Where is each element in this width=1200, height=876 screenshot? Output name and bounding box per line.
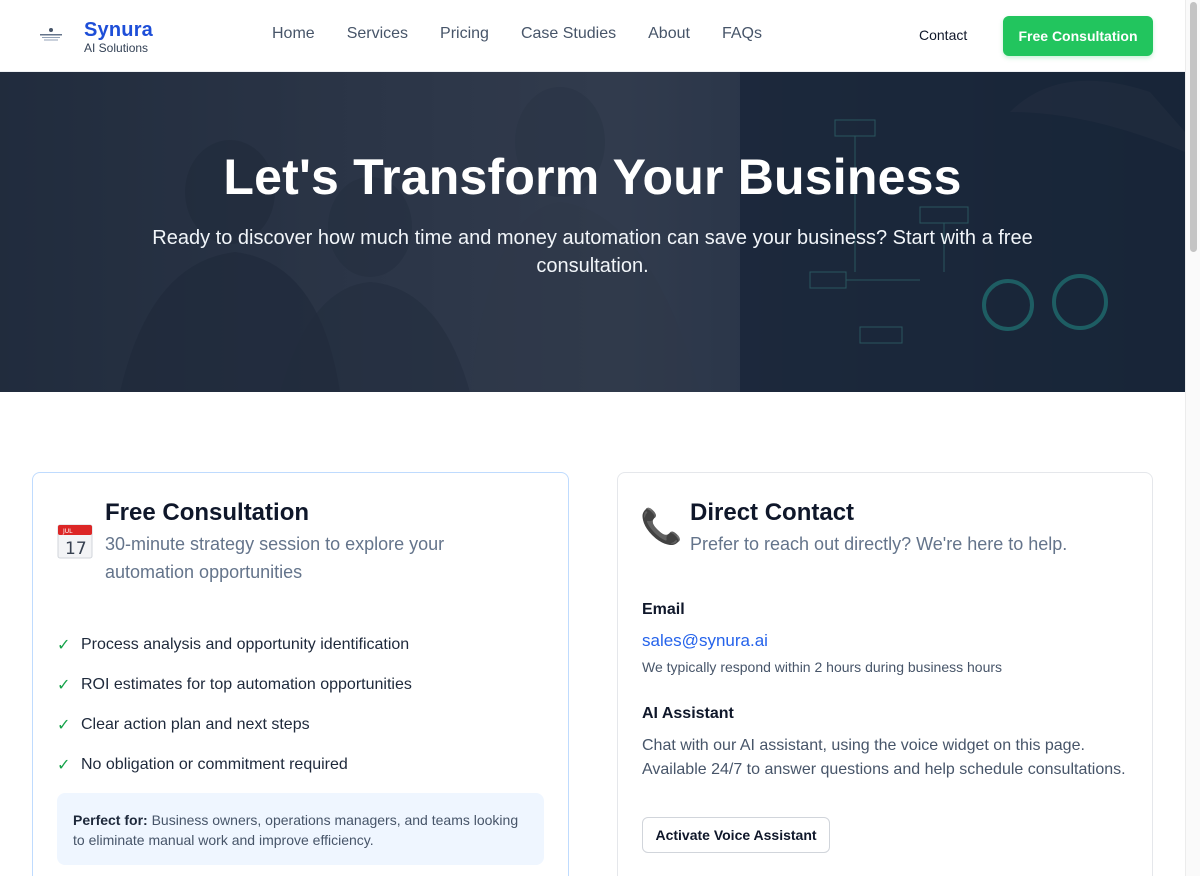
consultation-title: Free Consultation	[105, 499, 310, 526]
ai-assistant-label: AI Assistant	[642, 705, 734, 722]
activate-voice-assistant-button[interactable]: Activate Voice Assistant	[642, 817, 830, 853]
consultation-subtitle: 30-minute strategy session to explore yo…	[105, 534, 445, 582]
brand-name[interactable]: Synura	[84, 19, 153, 42]
direct-contact-card: 📞 Direct Contact Prefer to reach out dir…	[617, 472, 1153, 876]
list-item: ✓ Clear action plan and next steps	[57, 705, 412, 745]
main-nav: Home Services Pricing Case Studies About…	[256, 25, 778, 43]
list-item: ✓ No obligation or commitment required	[57, 745, 412, 785]
feature-text: ROI estimates for top automation opportu…	[81, 676, 412, 693]
site-header: Synura AI Solutions Home Services Pricin…	[0, 0, 1185, 72]
feature-list: ✓ Process analysis and opportunity ident…	[57, 625, 412, 785]
scrollbar-thumb[interactable]	[1190, 2, 1197, 252]
hero-subtitle: Ready to discover how much time and mone…	[152, 227, 1033, 277]
phone-icon: 📞	[640, 508, 683, 546]
logo-icon[interactable]	[38, 26, 64, 44]
perfect-for-label: Perfect for:	[73, 812, 148, 828]
feature-text: Clear action plan and next steps	[81, 716, 310, 733]
checkmark-icon: ✓	[57, 757, 71, 774]
hero-title: Let's Transform Your Business	[223, 149, 962, 205]
nav-about[interactable]: About	[632, 25, 706, 43]
brand-tagline: AI Solutions	[84, 41, 149, 55]
direct-contact-title: Direct Contact	[690, 499, 855, 526]
consultation-card: JUL 17 Free Consultation 30-minute strat…	[32, 472, 569, 876]
nav-contact[interactable]: Contact	[919, 27, 967, 43]
svg-text:JUL: JUL	[62, 528, 73, 535]
page-scrollbar[interactable]	[1185, 0, 1200, 876]
list-item: ✓ ROI estimates for top automation oppor…	[57, 665, 412, 705]
feature-text: No obligation or commitment required	[81, 756, 348, 773]
free-consultation-button[interactable]: Free Consultation	[1003, 16, 1153, 56]
checkmark-icon: ✓	[57, 717, 71, 734]
perfect-for-box: Perfect for: Business owners, operations…	[57, 793, 544, 865]
hero-section: Let's Transform Your Business Ready to d…	[0, 72, 1185, 392]
feature-text: Process analysis and opportunity identif…	[81, 636, 410, 653]
direct-contact-subtitle: Prefer to reach out directly? We're here…	[690, 534, 1068, 554]
svg-text:17: 17	[65, 539, 87, 559]
checkmark-icon: ✓	[57, 637, 71, 654]
nav-services[interactable]: Services	[331, 25, 424, 43]
nav-case-studies[interactable]: Case Studies	[505, 25, 632, 43]
checkmark-icon: ✓	[57, 677, 71, 694]
email-label: Email	[642, 601, 685, 618]
ai-assistant-description: Chat with our AI assistant, using the vo…	[642, 737, 1126, 778]
nav-home[interactable]: Home	[256, 25, 331, 43]
calendar-icon: JUL 17	[57, 524, 93, 559]
nav-faqs[interactable]: FAQs	[706, 25, 778, 43]
email-link[interactable]: sales@synura.ai	[642, 631, 768, 651]
list-item: ✓ Process analysis and opportunity ident…	[57, 625, 412, 665]
nav-pricing[interactable]: Pricing	[424, 25, 505, 43]
email-response-note: We typically respond within 2 hours duri…	[642, 659, 1003, 675]
